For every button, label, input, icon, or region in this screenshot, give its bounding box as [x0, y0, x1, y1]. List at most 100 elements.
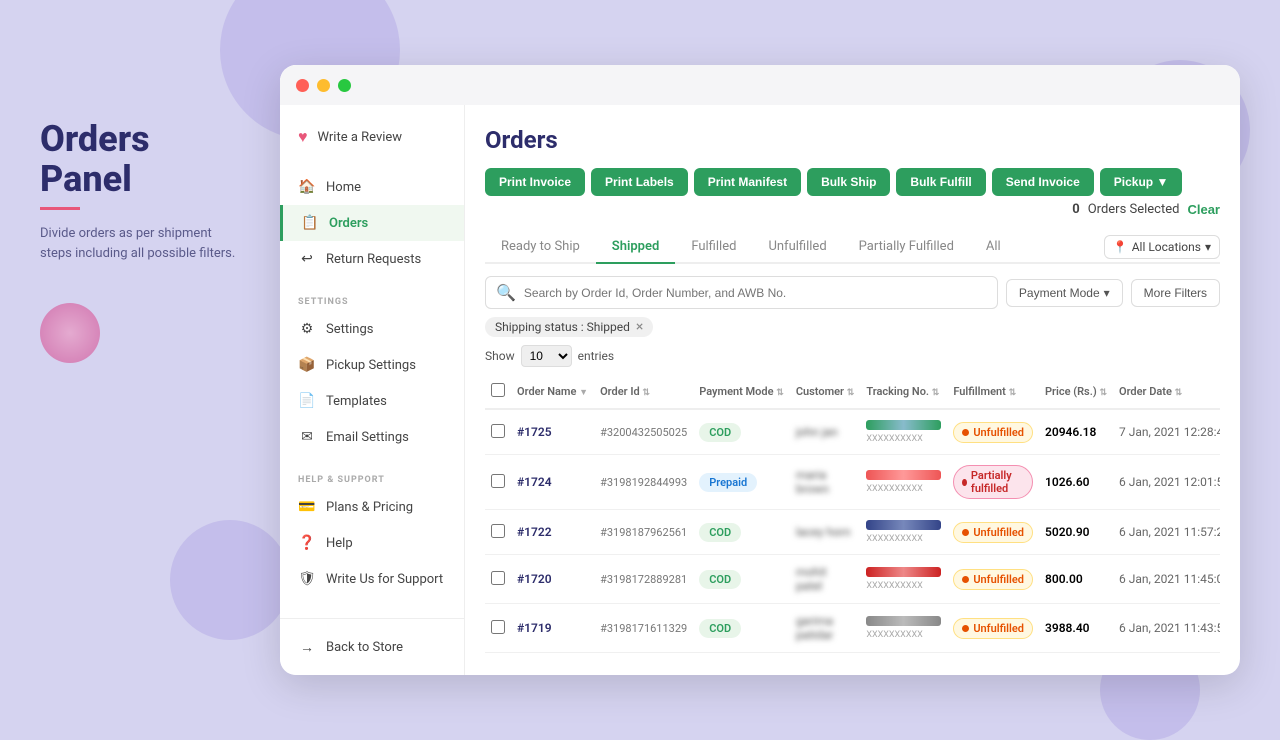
sidebar-item-help[interactable]: ❓ Help: [280, 525, 464, 561]
title-underline: [40, 207, 80, 210]
sidebar-item-email-settings[interactable]: ✉ Email Settings: [280, 419, 464, 455]
row-checkbox[interactable]: [491, 524, 505, 538]
sidebar-pickup-label: Pickup Settings: [326, 358, 416, 373]
row-checkbox[interactable]: [491, 571, 505, 585]
close-button[interactable]: [296, 79, 309, 92]
tab-ready-to-ship[interactable]: Ready to Ship: [485, 231, 596, 264]
row-order-name: #1725: [511, 409, 594, 455]
sidebar-item-return-requests[interactable]: ↩ Return Requests: [280, 241, 464, 277]
customer-name: maria brown: [796, 468, 829, 496]
filter-chips: Shipping status : Shipped ×: [485, 317, 1220, 337]
settings-icon: ⚙: [298, 320, 316, 338]
tracking-bar: [866, 520, 941, 530]
payment-badge: Prepaid: [699, 473, 757, 492]
row-order-name: #1724: [511, 455, 594, 510]
row-checkbox-cell: [485, 409, 511, 455]
row-checkbox[interactable]: [491, 424, 505, 438]
orders-selected-display: 0 Orders Selected Clear: [1072, 202, 1220, 217]
row-tracking: XXXXXXXXXX: [860, 555, 947, 604]
row-price: 800.00: [1039, 555, 1113, 604]
header-tracking-no[interactable]: Tracking No. ⇅: [860, 375, 947, 409]
payment-badge: COD: [699, 570, 741, 589]
sidebar-item-back-to-store[interactable]: → Back to Store: [280, 629, 464, 665]
location-filter[interactable]: 📍 All Locations ▾: [1104, 235, 1220, 259]
row-fulfillment: Unfulfilled: [947, 409, 1039, 455]
maximize-button[interactable]: [338, 79, 351, 92]
header-order-name[interactable]: Order Name ▼: [511, 375, 594, 409]
tracking-sub: XXXXXXXXXX: [866, 581, 941, 591]
row-payment-mode: COD: [693, 653, 790, 660]
tab-shipped[interactable]: Shipped: [596, 231, 676, 264]
header-price[interactable]: Price (Rs.) ⇅: [1039, 375, 1113, 409]
show-entries-row: Show 10 25 50 100 entries: [485, 345, 1220, 367]
sidebar-item-templates[interactable]: 📄 Templates: [280, 383, 464, 419]
sidebar-orders-label: Orders: [329, 216, 368, 231]
row-checkbox[interactable]: [491, 620, 505, 634]
settings-section-label: SETTINGS: [280, 291, 464, 311]
row-price: 3988.40: [1039, 604, 1113, 653]
home-icon: 🏠: [298, 178, 316, 196]
tab-fulfilled[interactable]: Fulfilled: [675, 231, 752, 264]
sidebar-item-write-review[interactable]: ♥ Write a Review: [280, 115, 464, 159]
row-payment-mode: COD: [693, 409, 790, 455]
row-checkbox-cell: [485, 455, 511, 510]
orders-count: 0: [1072, 202, 1079, 217]
chip-label: Shipping status : Shipped: [495, 320, 630, 334]
panel-subtitle: Divide orders as per shipment steps incl…: [40, 224, 240, 263]
fulfillment-badge: Unfulfilled: [953, 422, 1033, 443]
header-customer[interactable]: Customer ⇅: [790, 375, 861, 409]
tracking-bar: [866, 420, 941, 430]
tab-all[interactable]: All: [970, 231, 1017, 264]
payment-badge: COD: [699, 523, 741, 542]
tracking-bar: [866, 470, 941, 480]
entries-select[interactable]: 10 25 50 100: [521, 345, 572, 367]
payment-mode-filter[interactable]: Payment Mode ▾: [1006, 279, 1123, 307]
more-filters-button[interactable]: More Filters: [1131, 279, 1220, 307]
tracking-sub: XXXXXXXXXX: [866, 534, 941, 544]
send-invoice-button[interactable]: Send Invoice: [992, 168, 1094, 196]
row-order-id: #3198187962561: [594, 510, 693, 555]
search-input[interactable]: [524, 286, 987, 300]
sidebar-item-settings[interactable]: ⚙ Settings: [280, 311, 464, 347]
header-fulfillment[interactable]: Fulfillment ⇅: [947, 375, 1039, 409]
header-order-id[interactable]: Order Id ⇅: [594, 375, 693, 409]
row-fulfillment: Unfulfilled: [947, 510, 1039, 555]
plans-icon: 💳: [298, 498, 316, 516]
sidebar-item-home[interactable]: 🏠 Home: [280, 169, 464, 205]
sidebar-item-pickup-settings[interactable]: 📦 Pickup Settings: [280, 347, 464, 383]
sidebar-item-plans[interactable]: 💳 Plans & Pricing: [280, 489, 464, 525]
row-price: 1026.60: [1039, 455, 1113, 510]
print-invoice-button[interactable]: Print Invoice: [485, 168, 585, 196]
header-order-date[interactable]: Order Date ⇅: [1113, 375, 1220, 409]
chip-remove-icon[interactable]: ×: [636, 320, 643, 334]
print-labels-button[interactable]: Print Labels: [591, 168, 688, 196]
write-review-label: Write a Review: [318, 130, 403, 145]
tab-partially-fulfilled[interactable]: Partially Fulfilled: [843, 231, 970, 264]
customer-name: lacey horn: [796, 525, 851, 539]
print-manifest-button[interactable]: Print Manifest: [694, 168, 801, 196]
header-payment-mode[interactable]: Payment Mode ⇅: [693, 375, 790, 409]
sidebar-item-support[interactable]: 🛡 Write Us for Support: [280, 561, 464, 597]
bulk-ship-button[interactable]: Bulk Ship: [807, 168, 890, 196]
clear-selection-button[interactable]: Clear: [1187, 202, 1220, 217]
select-all-checkbox[interactable]: [491, 383, 505, 397]
bulk-fulfill-button[interactable]: Bulk Fulfill: [896, 168, 985, 196]
sort-icon: ⇅: [1009, 388, 1017, 398]
sidebar-plans-label: Plans & Pricing: [326, 500, 413, 515]
minimize-button[interactable]: [317, 79, 330, 92]
tracking-bar: [866, 567, 941, 577]
search-box[interactable]: 🔍: [485, 276, 998, 309]
table-row: #1722 #3198187962561 COD lacey horn XXXX…: [485, 510, 1220, 555]
row-checkbox[interactable]: [491, 474, 505, 488]
tab-unfulfilled[interactable]: Unfulfilled: [752, 231, 842, 264]
customer-name: garima patidar: [796, 614, 833, 642]
back-to-store-label: Back to Store: [326, 640, 403, 655]
pickup-button[interactable]: Pickup ▼: [1100, 168, 1183, 196]
show-label: Show: [485, 349, 515, 363]
fulfillment-badge: Partially fulfilled: [953, 465, 1033, 499]
sidebar-item-orders[interactable]: 📋 Orders: [280, 205, 464, 241]
customer-name: john jan: [796, 425, 838, 439]
tracking-cell: XXXXXXXXXX: [866, 616, 941, 640]
left-panel: Orders Panel Divide orders as per shipme…: [40, 120, 240, 363]
row-fulfillment: Unfulfilled: [947, 555, 1039, 604]
